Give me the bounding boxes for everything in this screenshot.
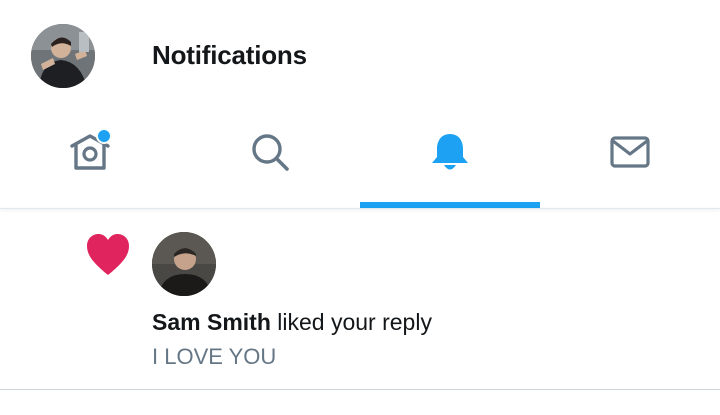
top-header: Notifications [0,0,720,110]
notification-item[interactable]: Sam Smith liked your reply I LOVE YOU [0,209,720,389]
list-divider [0,389,720,390]
tweet-preview: I LOVE YOU [152,344,277,369]
tab-search[interactable] [180,110,360,208]
notification-action: liked your reply [270,309,432,335]
tab-notifications[interactable] [360,110,540,208]
bell-icon [428,130,472,174]
actor-avatar[interactable] [152,232,216,296]
notification-text: Sam Smith liked your reply [152,308,432,336]
profile-photo [31,24,95,88]
tab-bar [0,110,720,208]
mail-icon [608,130,652,174]
search-icon [248,130,292,174]
heart-icon [85,233,131,277]
profile-avatar[interactable] [31,24,95,88]
tab-messages[interactable] [540,110,720,208]
page-title: Notifications [152,40,307,70]
unread-badge [96,128,112,144]
tab-home[interactable] [0,110,180,208]
home-icon [68,128,112,174]
actor-photo [152,232,216,296]
actor-name[interactable]: Sam Smith [152,309,271,335]
